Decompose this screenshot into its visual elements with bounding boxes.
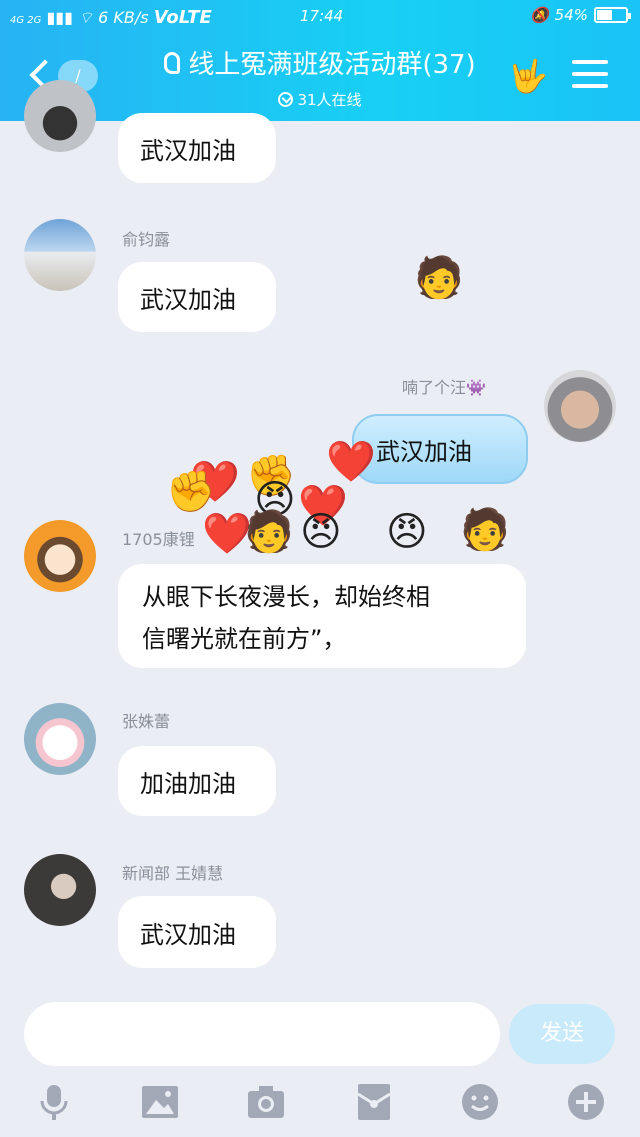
net-speed: 6 KB/s bbox=[98, 8, 149, 27]
signal-icon: ▮▮▮ bbox=[46, 8, 78, 27]
emoji-icon[interactable] bbox=[460, 1082, 500, 1122]
message-text-line: 信曙光就在前方”， bbox=[142, 625, 347, 653]
online-count: 31人在线 bbox=[297, 91, 362, 109]
my-avatar[interactable] bbox=[544, 370, 616, 442]
heart-icon: ❤️ bbox=[326, 439, 376, 485]
input-bar: 发送 bbox=[0, 990, 640, 1137]
battery-percent: 54% bbox=[554, 6, 588, 24]
message-bubble[interactable]: 从眼下长夜漫长，却始终相 信曙光就在前方”， bbox=[118, 564, 526, 668]
group-title: 线上冤满班级活动群(37) bbox=[188, 50, 476, 80]
message-text: 武汉加油 bbox=[376, 437, 472, 466]
message-input[interactable] bbox=[24, 1002, 500, 1066]
group-title-row: 线上冤满班级活动群(37) bbox=[164, 44, 476, 81]
mute-bell-icon: 🔕 bbox=[529, 6, 549, 24]
network-indicator: 4G 2G bbox=[10, 15, 42, 26]
sender-name: 张姝蕾 bbox=[122, 712, 171, 731]
status-left: 4G 2G ▮▮▮ ⌔ 6 KB/s VoLTE bbox=[10, 7, 212, 28]
send-button[interactable]: 发送 bbox=[509, 1004, 615, 1064]
sender-name: 新闻部 王婧慧 bbox=[122, 864, 224, 883]
avatar[interactable] bbox=[24, 520, 96, 592]
message-bubble[interactable]: 武汉加油 bbox=[118, 262, 276, 332]
message-text: 武汉加油 bbox=[140, 285, 236, 314]
chat-header[interactable]: 线上冤满班级活动群(37) 31人在线 bbox=[120, 44, 520, 110]
person-emoji-icon: 🧑 bbox=[414, 255, 464, 301]
fist-emoji-icon: ✊ bbox=[166, 469, 216, 515]
hand-gesture-icon[interactable]: 🤟 bbox=[508, 56, 548, 96]
angry-face-icon: 😠 bbox=[300, 509, 342, 555]
red-packet-icon[interactable] bbox=[354, 1082, 394, 1122]
wifi-icon: ⌔ bbox=[78, 8, 94, 27]
person-emoji-icon: 🧑 bbox=[244, 509, 294, 555]
ear-icon bbox=[164, 51, 181, 74]
plus-icon[interactable] bbox=[566, 1082, 606, 1122]
avatar[interactable] bbox=[24, 703, 96, 775]
message-text-line: 从眼下长夜漫长，却始终相 bbox=[142, 583, 430, 611]
input-toolbar bbox=[0, 1082, 640, 1122]
avatar[interactable] bbox=[24, 854, 96, 926]
mic-icon[interactable] bbox=[34, 1082, 74, 1122]
person-emoji-icon: 🧑 bbox=[460, 507, 510, 553]
status-time: 17:44 bbox=[300, 7, 344, 25]
volte-label: VoLTE bbox=[153, 7, 212, 28]
battery-fill bbox=[597, 10, 612, 20]
status-bar: 4G 2G ▮▮▮ ⌔ 6 KB/s VoLTE 17:44 🔕 54% bbox=[0, 0, 640, 34]
angry-face-icon: 😠 bbox=[386, 509, 428, 555]
avatar[interactable] bbox=[24, 219, 96, 291]
battery-icon bbox=[594, 7, 631, 23]
message-text: 加油加油 bbox=[140, 769, 236, 798]
message-text: 武汉加油 bbox=[140, 136, 236, 165]
sender-name: 俞钧露 bbox=[122, 230, 171, 249]
message-bubble[interactable]: 加油加油 bbox=[118, 746, 276, 816]
my-message-bubble[interactable]: 武汉加油 bbox=[352, 414, 528, 484]
status-right: 🔕 54% bbox=[529, 6, 631, 24]
message-bubble[interactable]: 武汉加油 bbox=[118, 113, 276, 183]
camera-icon[interactable] bbox=[246, 1082, 286, 1122]
top-bar: 4G 2G ▮▮▮ ⌔ 6 KB/s VoLTE 17:44 🔕 54% / 线… bbox=[0, 0, 640, 121]
sender-name: 1705康锂 bbox=[122, 530, 195, 549]
chevron-down-icon bbox=[278, 92, 294, 107]
online-row: 31人在线 bbox=[120, 89, 520, 110]
message-text: 武汉加油 bbox=[140, 920, 236, 949]
sender-name: 喃了个汪👾 bbox=[402, 378, 486, 397]
avatar[interactable] bbox=[24, 80, 96, 152]
image-icon[interactable] bbox=[140, 1082, 180, 1122]
message-bubble[interactable]: 武汉加油 bbox=[118, 896, 276, 968]
menu-icon[interactable] bbox=[572, 60, 608, 90]
